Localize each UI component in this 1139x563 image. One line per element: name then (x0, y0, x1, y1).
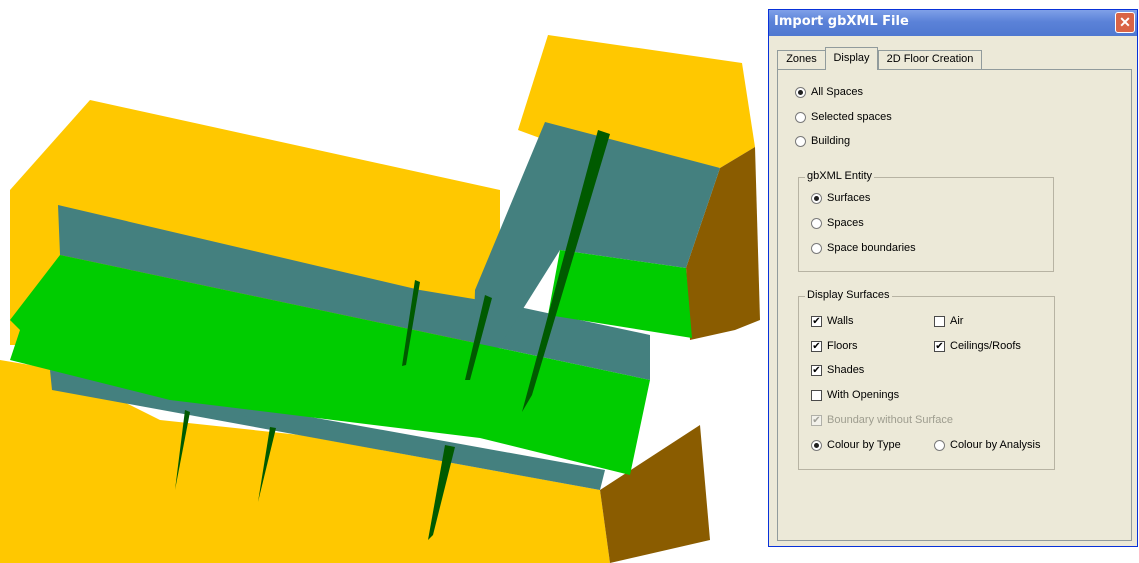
title-bar[interactable]: Import gbXML File ✕ (769, 10, 1137, 36)
radio-label: Surfaces (827, 192, 871, 204)
radio-colour-by-analysis[interactable]: Colour by Analysis (934, 439, 1041, 451)
checkbox-label: Walls (827, 315, 854, 327)
radio-label: Colour by Type (827, 439, 901, 451)
checkbox-indicator: ✔ (811, 414, 822, 426)
radio-surfaces[interactable]: Surfaces (811, 192, 870, 204)
checkbox-indicator (934, 315, 945, 327)
radio-label: Building (811, 135, 851, 147)
radio-all-spaces[interactable]: All Spaces (795, 86, 863, 98)
group-title: gbXML Entity (805, 170, 875, 182)
checkbox-indicator: ✔ (811, 315, 822, 327)
radio-indicator (795, 111, 806, 123)
checkbox-label: Shades (827, 364, 865, 376)
tab-zones[interactable]: Zones (777, 50, 826, 69)
radio-indicator (795, 86, 806, 98)
radio-label: All Spaces (811, 86, 863, 98)
checkbox-ceilings-roofs[interactable]: ✔ Ceilings/Roofs (934, 340, 1021, 352)
radio-label: Space boundaries (827, 242, 916, 254)
radio-indicator (811, 192, 822, 204)
checkbox-floors[interactable]: ✔ Floors (811, 340, 858, 352)
close-icon: ✕ (1119, 14, 1131, 30)
radio-indicator (811, 439, 822, 451)
display-tab-panel: All Spaces Selected spaces Building gbXM… (777, 69, 1132, 541)
checkbox-walls[interactable]: ✔ Walls (811, 315, 853, 327)
radio-label: Selected spaces (811, 111, 892, 123)
checkbox-label: Boundary without Surface (827, 414, 953, 426)
checkbox-indicator: ✔ (811, 364, 822, 376)
building-3d-model[interactable] (0, 0, 760, 563)
tab-display[interactable]: Display (825, 47, 878, 70)
radio-building[interactable]: Building (795, 135, 850, 147)
radio-colour-by-type[interactable]: Colour by Type (811, 439, 901, 451)
radio-indicator (795, 135, 806, 147)
radio-indicator (811, 217, 822, 229)
checkbox-indicator (811, 389, 822, 401)
checkbox-boundary-without-surface: ✔ Boundary without Surface (811, 414, 953, 426)
group-title: Display Surfaces (805, 289, 892, 301)
checkbox-label: Air (950, 315, 964, 327)
tab-2d-floor-creation[interactable]: 2D Floor Creation (878, 50, 982, 69)
dialog-title: Import gbXML File (774, 14, 909, 29)
close-button[interactable]: ✕ (1115, 12, 1135, 33)
checkbox-air[interactable]: Air (934, 315, 963, 327)
checkbox-label: Floors (827, 340, 858, 352)
radio-space-boundaries[interactable]: Space boundaries (811, 242, 916, 254)
checkbox-indicator: ✔ (811, 340, 822, 352)
radio-indicator (934, 439, 945, 451)
checkbox-with-openings[interactable]: With Openings (811, 389, 899, 401)
radio-selected-spaces[interactable]: Selected spaces (795, 111, 892, 123)
display-surfaces-group: Display Surfaces ✔ Walls Air ✔ Floors ✔ … (798, 289, 1055, 470)
radio-spaces[interactable]: Spaces (811, 217, 864, 229)
checkbox-label: With Openings (827, 389, 900, 401)
radio-label: Colour by Analysis (950, 439, 1041, 451)
checkbox-shades[interactable]: ✔ Shades (811, 364, 864, 376)
import-gbxml-dialog: Import gbXML File ✕ Zones Display 2D Flo… (768, 9, 1138, 547)
gbxml-entity-group: gbXML Entity Surfaces Spaces Space bound… (798, 170, 1054, 272)
radio-indicator (811, 242, 822, 254)
checkbox-indicator: ✔ (934, 340, 945, 352)
model-viewport[interactable] (0, 0, 760, 563)
radio-label: Spaces (827, 217, 864, 229)
checkbox-label: Ceilings/Roofs (950, 340, 1021, 352)
